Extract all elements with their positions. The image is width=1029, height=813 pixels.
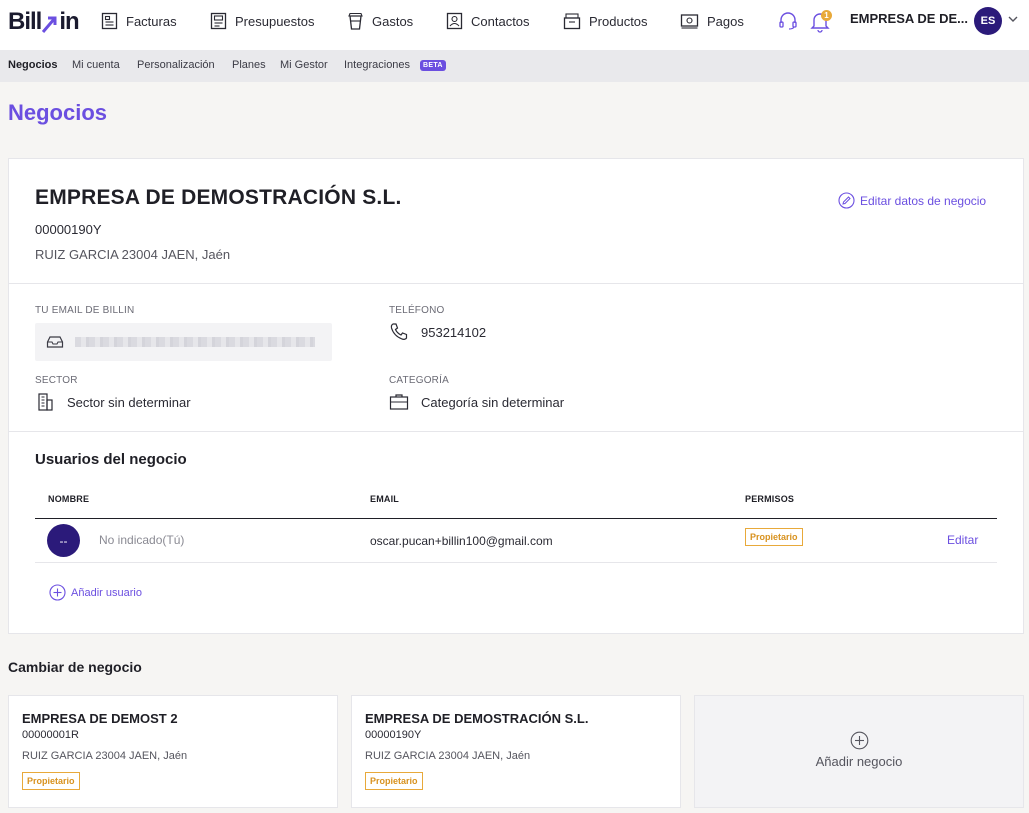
switch-business-title: Cambiar de negocio xyxy=(8,659,142,675)
redacted-email xyxy=(75,337,315,347)
pencil-circle-icon xyxy=(838,192,855,209)
payments-icon xyxy=(680,14,699,29)
user-avatar: -- xyxy=(47,524,80,557)
category-label: CATEGORÍA xyxy=(389,375,449,386)
nav-label: Facturas xyxy=(126,13,177,29)
settings-subnav: Negocios Mi cuenta Personalización Plane… xyxy=(0,50,1029,82)
business-option-card[interactable]: EMPRESA DE DEMOST 2 00000001R RUIZ GARCI… xyxy=(8,695,338,808)
subnav-integraciones[interactable]: Integraciones xyxy=(344,59,410,71)
logo-mark-icon xyxy=(42,12,58,34)
column-header-name: NOMBRE xyxy=(48,494,90,504)
subnav-mi-cuenta[interactable]: Mi cuenta xyxy=(72,59,120,71)
business-option-cif: 00000190Y xyxy=(365,729,422,741)
nav-gastos[interactable]: Gastos xyxy=(347,11,413,31)
business-option-name: EMPRESA DE DEMOST 2 xyxy=(22,711,178,726)
support-headset-icon[interactable] xyxy=(778,11,798,36)
column-header-permissions: PERMISOS xyxy=(745,494,795,504)
edit-business-label: Editar datos de negocio xyxy=(860,193,987,208)
plus-circle-icon xyxy=(49,584,66,601)
nav-label: Productos xyxy=(589,13,648,29)
phone-label: TELÉFONO xyxy=(389,305,445,316)
phone-value: 953214102 xyxy=(389,322,486,342)
business-option-card[interactable]: EMPRESA DE DEMOSTRACIÓN S.L. 00000190Y R… xyxy=(351,695,681,808)
header-avatar[interactable]: ES xyxy=(974,7,1002,35)
role-badge: Propietario xyxy=(22,772,80,790)
nav-pagos[interactable]: Pagos xyxy=(680,11,744,31)
phone-text: 953214102 xyxy=(421,324,487,340)
invoice-icon xyxy=(101,12,118,30)
billin-email-field[interactable] xyxy=(35,323,332,361)
sector-value: Sector sin determinar xyxy=(35,392,191,412)
subnav-planes[interactable]: Planes xyxy=(232,59,266,71)
user-name: No indicado(Tú) xyxy=(99,533,185,547)
subnav-negocios[interactable]: Negocios xyxy=(8,59,58,71)
nav-productos[interactable]: Productos xyxy=(563,11,648,31)
chevron-down-icon[interactable] xyxy=(1007,14,1019,24)
products-box-icon xyxy=(563,13,581,30)
briefcase-icon xyxy=(389,392,409,412)
logo-text: in xyxy=(59,8,79,35)
building-icon xyxy=(35,392,55,412)
business-card: EMPRESA DE DEMOSTRACIÓN S.L. 00000190Y R… xyxy=(8,158,1024,634)
add-business-card[interactable]: Añadir negocio xyxy=(694,695,1024,808)
column-header-email: EMAIL xyxy=(370,494,399,504)
subnav-mi-gestor[interactable]: Mi Gestor xyxy=(280,59,328,71)
table-header-divider xyxy=(35,518,997,519)
notification-count-badge: 1 xyxy=(821,10,832,21)
divider xyxy=(9,431,1023,432)
divider xyxy=(9,283,1023,284)
phone-icon xyxy=(389,322,409,342)
permission-badge: Propietario xyxy=(745,528,803,546)
role-badge: Propietario xyxy=(365,772,423,790)
expenses-cup-icon xyxy=(348,12,363,30)
edit-business-button[interactable]: Editar datos de negocio xyxy=(838,192,986,209)
inbox-icon xyxy=(46,336,64,348)
sector-text: Sector sin determinar xyxy=(67,394,191,410)
sector-label: SECTOR xyxy=(35,375,78,386)
contacts-icon xyxy=(446,12,463,30)
business-address: RUIZ GARCIA 23004 JAEN, Jaén xyxy=(35,247,231,262)
business-option-name: EMPRESA DE DEMOSTRACIÓN S.L. xyxy=(365,711,589,726)
page-title: Negocios xyxy=(8,100,108,125)
nav-presupuestos[interactable]: Presupuestos xyxy=(210,11,315,31)
business-cif: 00000190Y xyxy=(35,222,102,237)
add-business-label: Añadir negocio xyxy=(815,754,903,769)
email-label: TU EMAIL DE BILLIN xyxy=(35,305,135,316)
nav-label: Presupuestos xyxy=(235,13,315,29)
notifications-bell-icon[interactable]: 1 xyxy=(810,9,834,33)
plus-circle-icon xyxy=(850,731,869,750)
nav-label: Gastos xyxy=(372,13,414,29)
add-user-button[interactable]: Añadir usuario xyxy=(49,584,142,601)
quote-icon xyxy=(210,12,227,30)
business-option-address: RUIZ GARCIA 23004 JAEN, Jaén xyxy=(365,750,531,762)
business-option-cif: 00000001R xyxy=(22,729,79,741)
billin-logo[interactable]: Bill in xyxy=(8,8,80,35)
user-email: oscar.pucan+billin100@gmail.com xyxy=(370,534,553,548)
nav-label: Pagos xyxy=(707,13,744,29)
users-section-title: Usuarios del negocio xyxy=(35,451,187,468)
add-user-label: Añadir usuario xyxy=(71,586,142,599)
category-text: Categoría sin determinar xyxy=(421,394,565,410)
category-value: Categoría sin determinar xyxy=(389,392,564,412)
beta-badge: BETA xyxy=(420,60,446,71)
business-option-address: RUIZ GARCIA 23004 JAEN, Jaén xyxy=(22,750,188,762)
nav-contactos[interactable]: Contactos xyxy=(446,11,530,31)
nav-facturas[interactable]: Facturas xyxy=(101,11,177,31)
header-company-name[interactable]: EMPRESA DE DE... xyxy=(850,11,968,26)
logo-text: Bill xyxy=(8,8,42,35)
business-name: EMPRESA DE DEMOSTRACIÓN S.L. xyxy=(35,186,402,209)
row-divider xyxy=(35,562,997,563)
nav-label: Contactos xyxy=(471,13,530,29)
top-navigation: Bill in Facturas Presupuestos Gastos Con… xyxy=(0,0,1029,50)
edit-user-link[interactable]: Editar xyxy=(947,533,978,547)
subnav-personalizacion[interactable]: Personalización xyxy=(137,59,215,71)
